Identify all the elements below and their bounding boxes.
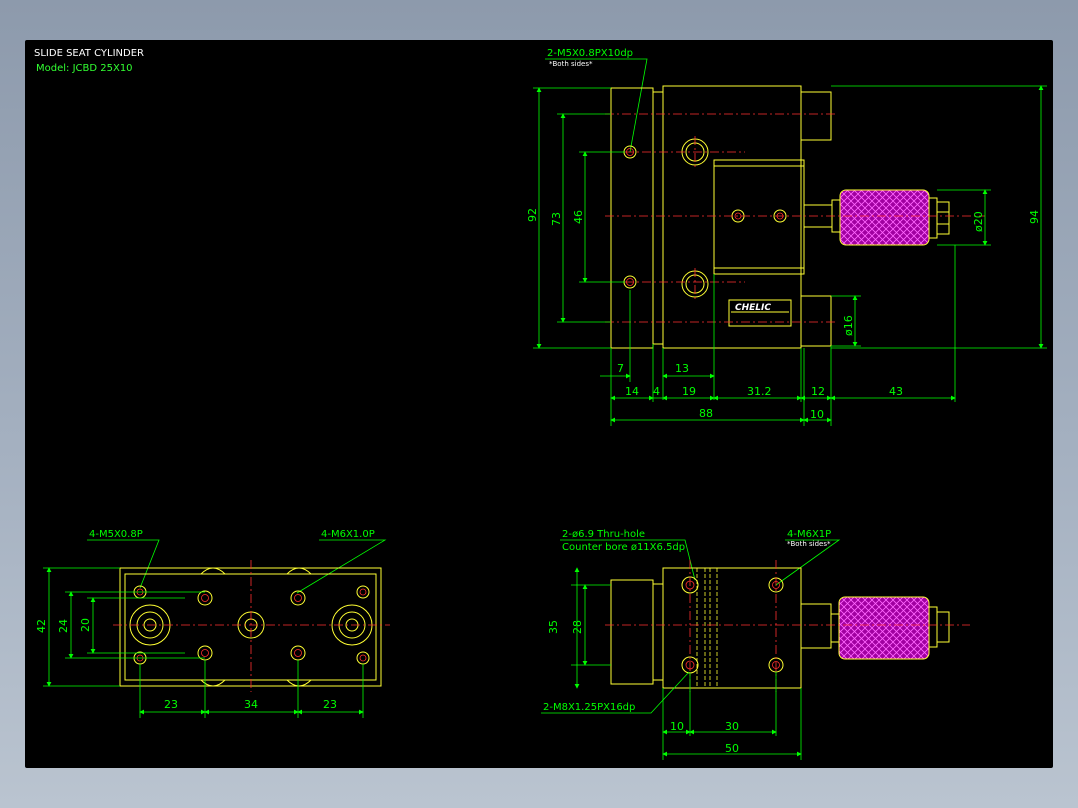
knurled-stopper (839, 189, 930, 246)
tap-note-sub: *Both sides* (549, 60, 593, 68)
dim-35: 35 (547, 620, 560, 634)
dim-10-side: 10 (670, 720, 684, 733)
dim-92: 92 (526, 208, 539, 222)
dim-34: 34 (244, 698, 258, 711)
dim-12: 12 (811, 385, 825, 398)
dim-4: 4 (653, 385, 660, 398)
m5-note: 4-M5X0.8P (89, 529, 143, 540)
dim-28: 28 (571, 620, 584, 634)
dim-14: 14 (625, 385, 639, 398)
tap-note: 2-M5X0.8PX10dp (547, 48, 633, 59)
dim-23b: 23 (323, 698, 337, 711)
m6-side-sub: *Both sides* (787, 540, 831, 548)
dim-20-left: 20 (79, 618, 92, 632)
dim-50: 50 (725, 742, 739, 755)
top-right-view: 2-M5X0.8PX10dp *Both sides* CHELIC 92 73… (526, 48, 1047, 426)
cad-drawing: SLIDE SEAT CYLINDER Model: JCBD 25X10 2-… (34, 48, 1047, 760)
dim-19: 19 (682, 385, 696, 398)
knurled-stopper-side (838, 596, 930, 660)
dim-31-2: 31.2 (747, 385, 772, 398)
dim-73: 73 (550, 212, 563, 226)
dim-88: 88 (699, 407, 713, 420)
dim-43: 43 (889, 385, 903, 398)
drawing-title: SLIDE SEAT CYLINDER (34, 48, 144, 59)
dim-46: 46 (572, 210, 585, 224)
dim-23a: 23 (164, 698, 178, 711)
m6-note: 4-M6X1.0P (321, 529, 375, 540)
dim-94: 94 (1028, 210, 1041, 224)
cbore-note: Counter bore ø11X6.5dp (562, 542, 685, 553)
m8-note: 2-M8X1.25PX16dp (543, 702, 635, 713)
drawing-canvas: SLIDE SEAT CYLINDER Model: JCBD 25X10 2-… (25, 40, 1053, 768)
dim-7: 7 (617, 362, 624, 375)
thru-note: 2-ø6.9 Thru-hole (562, 529, 645, 540)
bottom-left-view: 4-M5X0.8P 4-M6X1.0P 42 24 20 23 34 23 (35, 529, 390, 718)
dim-30: 30 (725, 720, 739, 733)
model-label: Model: JCBD 25X10 (36, 63, 133, 74)
dim-24: 24 (57, 619, 70, 633)
dim-42: 42 (35, 619, 48, 633)
dim-dia16: ø16 (842, 315, 855, 336)
m6-side-note: 4-M6X1P (787, 529, 831, 540)
bottom-right-view: 2-ø6.9 Thru-hole Counter bore ø11X6.5dp … (541, 529, 970, 760)
dim-13: 13 (675, 362, 689, 375)
dim-dia20: ø20 (972, 211, 985, 232)
dim-10-top: 10 (810, 408, 824, 421)
